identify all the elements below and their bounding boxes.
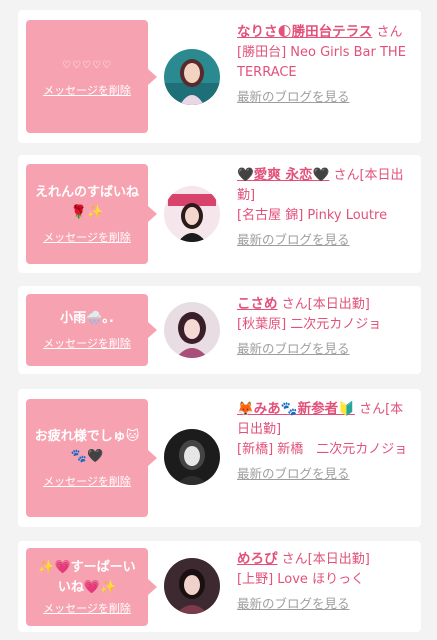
message-card: お疲れ様でしゅ🐱🐾🖤 メッセージを削除 🦊みあ🐾新参者🔰 さん[本日出勤] [新… (18, 389, 421, 527)
message-text: ♡♡♡♡♡ (62, 59, 112, 71)
message-bubble: えれんのすばいね🌹✨ メッセージを削除 (26, 164, 157, 264)
avatar[interactable] (164, 429, 220, 485)
cast-name-link[interactable]: こさめ (237, 296, 278, 312)
message-card: ♡♡♡♡♡ メッセージを削除 なりさ🌓勝田台テラス さん [勝田台] Neo G… (18, 10, 421, 143)
cast-info: 🖤愛爽 永恋🖤 さん[本日出勤] [名古屋 錦] Pinky Loutre 最新… (237, 165, 415, 250)
cast-info: なりさ🌓勝田台テラス さん [勝田台] Neo Girls Bar THE TE… (237, 22, 415, 107)
message-text: お疲れ様でしゅ🐱🐾🖤 (34, 429, 140, 464)
delete-message-link[interactable]: メッセージを削除 (43, 335, 131, 351)
message-card: ✨💗すーぱーいいね💗✨ メッセージを削除 めろぴ さん[本日出勤] [上野] L… (18, 541, 421, 632)
honorific: さん[本日出勤] (281, 552, 370, 567)
message-card: 小雨🌧️｡. メッセージを削除 こさめ さん[本日出勤] [秋葉原] 二次元カノ… (18, 286, 421, 374)
message-text: えれんのすばいね🌹✨ (34, 185, 139, 220)
message-card: えれんのすばいね🌹✨ メッセージを削除 🖤愛爽 永恋🖤 さん[本日出勤] [名古… (18, 155, 421, 273)
message-bubble: ♡♡♡♡♡ メッセージを削除 (26, 20, 157, 133)
honorific: さん[本日出勤] (281, 297, 370, 312)
latest-blog-link[interactable]: 最新のブログを見る (237, 594, 415, 614)
latest-blog-link[interactable]: 最新のブログを見る (237, 87, 415, 107)
cast-name-link[interactable]: 🖤愛爽 永恋🖤 (237, 167, 329, 183)
shop-label: [秋葉原] 二次元カノジョ (237, 317, 382, 332)
avatar[interactable] (164, 302, 220, 358)
latest-blog-link[interactable]: 最新のブログを見る (237, 339, 415, 359)
honorific: さん (376, 25, 403, 40)
cast-name-link[interactable]: なりさ🌓勝田台テラス (237, 24, 372, 40)
message-bubble: 小雨🌧️｡. メッセージを削除 (26, 294, 157, 366)
delete-message-link[interactable]: メッセージを削除 (43, 600, 131, 616)
message-text: 小雨🌧️｡. (60, 311, 114, 326)
avatar[interactable] (164, 186, 220, 242)
avatar[interactable] (164, 49, 220, 105)
avatar[interactable] (164, 558, 220, 614)
message-bubble: お疲れ様でしゅ🐱🐾🖤 メッセージを削除 (26, 399, 157, 517)
cast-info: こさめ さん[本日出勤] [秋葉原] 二次元カノジョ 最新のブログを見る (237, 294, 415, 359)
cast-info: めろぴ さん[本日出勤] [上野] Love ほりっく 最新のブログを見る (237, 549, 415, 614)
cast-name-link[interactable]: めろぴ (237, 551, 278, 567)
delete-message-link[interactable]: メッセージを削除 (43, 473, 131, 489)
latest-blog-link[interactable]: 最新のブログを見る (237, 464, 415, 484)
shop-label: [名古屋 錦] Pinky Loutre (237, 208, 388, 223)
message-bubble: ✨💗すーぱーいいね💗✨ メッセージを削除 (26, 548, 157, 626)
cast-name-link[interactable]: 🦊みあ🐾新参者🔰 (237, 401, 355, 417)
shop-label: [新橋] 新橋 二次元カノジョ (237, 442, 408, 457)
cast-info: 🦊みあ🐾新参者🔰 さん[本日出勤] [新橋] 新橋 二次元カノジョ 最新のブログ… (237, 399, 415, 484)
shop-label: [上野] Love ほりっく (237, 572, 365, 587)
delete-message-link[interactable]: メッセージを削除 (43, 82, 131, 98)
delete-message-link[interactable]: メッセージを削除 (43, 229, 131, 245)
latest-blog-link[interactable]: 最新のブログを見る (237, 230, 415, 250)
shop-label: [勝田台] Neo Girls Bar THE TERRACE (237, 45, 406, 80)
message-text: ✨💗すーぱーいいね💗✨ (38, 560, 136, 595)
